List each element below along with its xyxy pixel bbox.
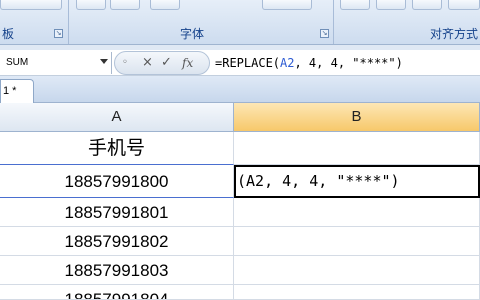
cell-a4[interactable]: 18857991802	[0, 227, 234, 256]
cell-a6[interactable]: 18857991804	[0, 285, 234, 300]
formula-prefix: =REPLACE(	[215, 56, 281, 70]
cell-a3[interactable]: 18857991801	[0, 198, 234, 227]
column-header-b[interactable]: B	[234, 103, 480, 132]
grip-icon: ◦	[122, 57, 128, 68]
clipboard-group-label: 板	[2, 27, 15, 41]
clipboard-dialog-launcher-icon[interactable]: ↘	[54, 29, 63, 38]
ribbon-button[interactable]	[76, 0, 106, 10]
cell-a2[interactable]: 18857991800	[0, 165, 234, 198]
ribbon-button[interactable]	[110, 0, 140, 10]
ribbon-button[interactable]	[448, 0, 480, 10]
insert-function-icon[interactable]: fx	[182, 54, 193, 72]
alignment-group-label: 对齐方式	[430, 27, 479, 41]
ribbon-button[interactable]	[340, 0, 370, 10]
formula-reference: A2	[280, 56, 295, 70]
cell-b6[interactable]	[234, 285, 480, 300]
ribbon-button[interactable]	[262, 0, 312, 10]
name-box[interactable]: SUM	[0, 52, 112, 74]
ribbon-button[interactable]	[150, 0, 180, 10]
ribbon-button[interactable]	[376, 0, 406, 10]
chevron-down-icon[interactable]	[100, 59, 108, 64]
formula-suffix: , 4, 4, "****")	[294, 56, 403, 70]
cell-b3[interactable]	[234, 198, 480, 227]
ribbon-button[interactable]	[0, 0, 62, 10]
cell-b1[interactable]	[234, 132, 480, 165]
workbook-tab[interactable]: 1 *	[0, 79, 34, 103]
font-dialog-launcher-icon[interactable]: ↘	[320, 29, 329, 38]
font-group-label: 字体	[180, 27, 205, 41]
cell-b4[interactable]	[234, 227, 480, 256]
cell-b2[interactable]: (A2, 4, 4, "****")	[234, 165, 480, 198]
cancel-icon[interactable]: ×	[142, 54, 153, 72]
cell-b5[interactable]	[234, 256, 480, 285]
cell-a1[interactable]: 手机号	[0, 132, 234, 165]
cell-a5[interactable]: 18857991803	[0, 256, 234, 285]
workbook-tab-strip	[0, 76, 480, 103]
enter-icon[interactable]: ✓	[161, 54, 172, 72]
group-separator	[68, 0, 69, 44]
column-header-a[interactable]: A	[0, 103, 234, 132]
ribbon-button[interactable]	[412, 0, 442, 10]
group-separator	[333, 0, 334, 44]
formula-input[interactable]: =REPLACE(A2, 4, 4, "****")	[215, 52, 403, 74]
ribbon	[0, 0, 480, 45]
